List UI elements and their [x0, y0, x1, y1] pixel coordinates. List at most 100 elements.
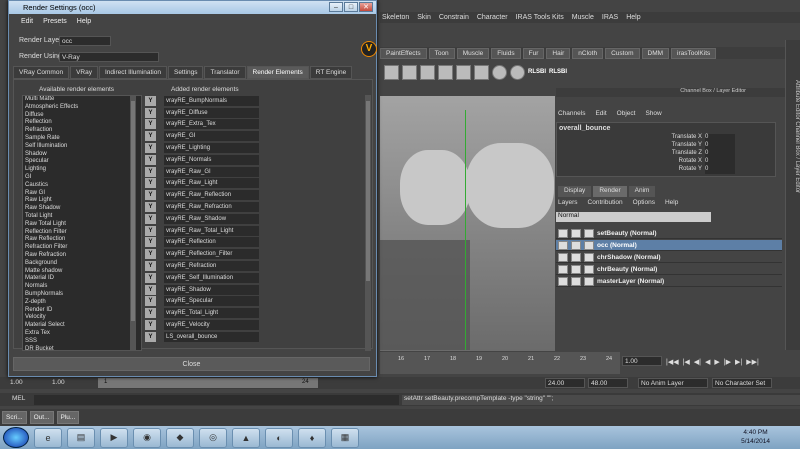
command-line-input[interactable] — [34, 395, 399, 405]
enable-toggle-button[interactable]: Y — [145, 249, 156, 260]
mel-label[interactable]: MEL — [12, 395, 25, 402]
dialog-menu-item[interactable]: Edit — [21, 18, 33, 28]
channel-box-menu-item[interactable]: Object — [617, 110, 636, 120]
play-back-icon[interactable]: ◀ — [705, 358, 710, 366]
minimized-window-button[interactable]: Scri... — [2, 411, 27, 424]
tab-indirect-illumination[interactable]: Indirect Illumination — [98, 66, 167, 79]
channel-attr-name[interactable]: Rotate X — [679, 158, 702, 166]
render-layer-row[interactable]: setBeauty (Normal) — [556, 228, 782, 239]
shelf-label[interactable]: RLSBI — [528, 69, 546, 75]
enable-toggle-button[interactable]: Y — [145, 296, 156, 307]
enable-toggle-button[interactable]: Y — [145, 320, 156, 331]
layer-menu-item[interactable]: Help — [665, 199, 678, 209]
tab-settings[interactable]: Settings — [167, 66, 204, 79]
available-element-item[interactable]: Render ID — [23, 307, 141, 315]
maya-menu-item[interactable]: Constrain — [439, 14, 469, 21]
channel-attr-value[interactable]: 0 — [705, 134, 735, 142]
enable-toggle-button[interactable]: Y — [145, 284, 156, 295]
enable-toggle-button[interactable]: Y — [145, 213, 156, 224]
added-element-name[interactable]: vrayRE_Raw_Shadow — [164, 213, 259, 224]
channel-attr-value[interactable]: 0 — [705, 166, 735, 174]
render-layer-row[interactable]: masterLayer (Normal) — [556, 276, 782, 287]
anim-layer-select[interactable]: No Anim Layer — [638, 378, 708, 388]
range-start[interactable]: 1.00 — [10, 379, 23, 386]
channel-box-menu-item[interactable]: Show — [645, 110, 661, 120]
go-end-icon[interactable]: ▶▶| — [746, 358, 759, 366]
shelf-tab[interactable]: Fur — [522, 47, 545, 59]
available-element-item[interactable]: Normals — [23, 283, 141, 291]
render-toggle-icon[interactable] — [571, 240, 581, 250]
added-element-name[interactable]: vrayRE_Raw_Reflection — [164, 190, 259, 201]
range-end-field[interactable]: 24.00 — [545, 378, 585, 388]
available-element-item[interactable]: Multi Matte — [23, 96, 141, 104]
available-element-item[interactable]: GI — [23, 174, 141, 182]
shelf-tab[interactable]: Custom — [605, 47, 640, 59]
added-element-name[interactable]: vrayRE_Lighting — [164, 143, 259, 154]
added-element-name[interactable]: vrayRE_BumpNormals — [164, 95, 259, 106]
recycle-toggle-icon[interactable] — [584, 252, 594, 262]
available-element-item[interactable]: Matte shadow — [23, 268, 141, 276]
available-element-item[interactable]: Atmospheric Effects — [23, 104, 141, 112]
available-element-item[interactable]: Total Light — [23, 213, 141, 221]
folder-icon[interactable]: ▤ — [67, 427, 95, 448]
recycle-toggle-icon[interactable] — [584, 276, 594, 286]
maya-menu-item[interactable]: Character — [477, 14, 508, 21]
recycle-toggle-icon[interactable] — [584, 240, 594, 250]
enable-toggle-button[interactable]: Y — [145, 178, 156, 189]
shelf-tool-icon[interactable] — [402, 64, 417, 80]
shelf-tab[interactable]: irasToolKits — [671, 47, 717, 59]
added-element-name[interactable]: LS_overall_bounce — [164, 331, 259, 342]
available-element-item[interactable]: Reflection Filter — [23, 229, 141, 237]
shelf-tab[interactable]: PaintEffects — [380, 47, 427, 59]
available-element-item[interactable]: Background — [23, 260, 141, 268]
added-element-name[interactable]: vrayRE_Extra_Tex — [164, 119, 259, 130]
available-elements-list[interactable]: Multi Matte Atmospheric Effects Diffuse Ref… — [22, 95, 142, 351]
layer-tab-display[interactable]: Display — [558, 186, 592, 197]
enable-toggle-button[interactable]: Y — [145, 261, 156, 272]
shelf-tab[interactable]: Muscle — [456, 47, 490, 59]
added-element-name[interactable]: vrayRE_Reflection_Filter — [164, 249, 259, 260]
enable-toggle-button[interactable]: Y — [145, 308, 156, 319]
enable-toggle-button[interactable]: Y — [145, 202, 156, 213]
render-using-select[interactable]: V-Ray — [59, 52, 159, 62]
minimized-window-button[interactable]: Out... — [29, 411, 54, 424]
maya-menu-item[interactable]: Help — [626, 14, 640, 21]
tab-vray[interactable]: VRay — [70, 66, 98, 79]
step-back-icon[interactable]: |◀ — [683, 358, 690, 366]
visibility-toggle-icon[interactable] — [558, 264, 568, 274]
media-player-icon[interactable]: ▶ — [100, 427, 128, 448]
layer-tab-anim[interactable]: Anim — [628, 186, 656, 197]
layer-tab-render[interactable]: Render — [593, 186, 627, 197]
shelf-tool-icon[interactable] — [438, 64, 453, 80]
render-toggle-icon[interactable] — [571, 264, 581, 274]
app-icon[interactable]: ♦ — [298, 427, 326, 448]
added-element-name[interactable]: vrayRE_Normals — [164, 154, 259, 165]
render-toggle-icon[interactable] — [571, 228, 581, 238]
shelf-tool-icon[interactable] — [474, 64, 489, 80]
available-element-item[interactable]: Raw Light — [23, 197, 141, 205]
close-button[interactable]: Close — [13, 357, 370, 371]
visibility-toggle-icon[interactable] — [558, 228, 568, 238]
range-start-inner[interactable]: 1.00 — [52, 379, 65, 386]
dialog-menu-item[interactable]: Presets — [43, 18, 67, 28]
shelf-tool-icon[interactable] — [384, 64, 399, 80]
minimize-icon[interactable]: – — [329, 2, 343, 12]
added-element-name[interactable]: vrayRE_GI — [164, 131, 259, 142]
render-layer-select[interactable]: occ — [59, 36, 111, 46]
added-element-name[interactable]: vrayRE_Raw_Refraction — [164, 202, 259, 213]
layer-mode-select[interactable]: Normal — [556, 212, 711, 222]
shelf-tab[interactable]: nCloth — [572, 47, 604, 59]
available-element-item[interactable]: Specular — [23, 158, 141, 166]
render-layer-row[interactable]: chrBeauty (Normal) — [556, 264, 782, 275]
dialog-title[interactable]: Render Settings (occ) — [9, 1, 376, 14]
go-start-icon[interactable]: |◀◀ — [666, 358, 679, 366]
channel-attr-name[interactable]: Translate Z — [672, 150, 702, 158]
added-element-name[interactable]: vrayRE_Total_Light — [164, 308, 259, 319]
step-forward-icon[interactable]: ▶| — [735, 358, 742, 366]
app-icon[interactable]: ◐ — [265, 427, 293, 448]
layer-menu-item[interactable]: Options — [633, 199, 655, 209]
added-element-name[interactable]: vrayRE_Reflection — [164, 237, 259, 248]
ie-icon[interactable]: e — [34, 427, 62, 448]
added-element-name[interactable]: vrayRE_Raw_Total_Light — [164, 225, 259, 236]
available-element-item[interactable]: Z-depth — [23, 299, 141, 307]
